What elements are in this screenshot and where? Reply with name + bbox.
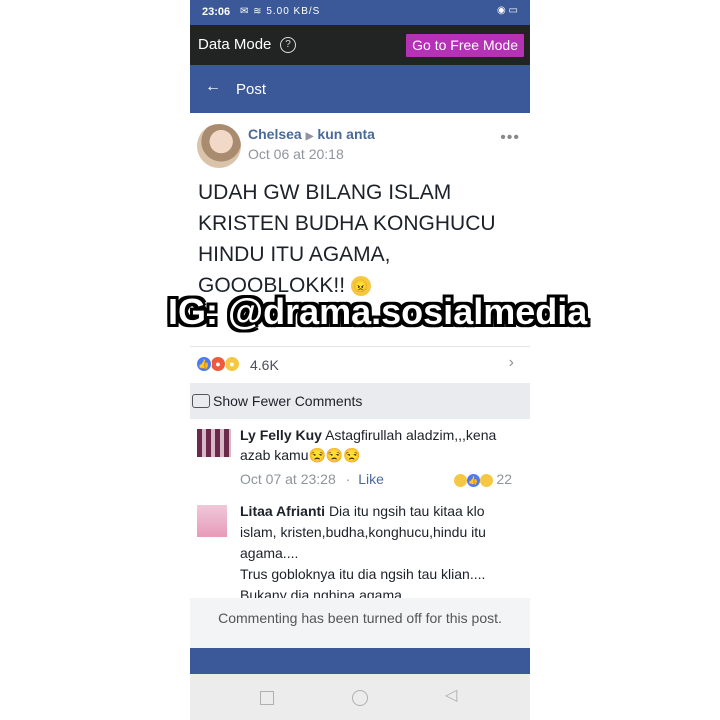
like-button[interactable]: Like xyxy=(358,471,384,487)
show-fewer-label: Show Fewer Comments xyxy=(213,393,363,409)
comment-meta: Oct 07 at 23:28 · Like xyxy=(240,471,384,487)
author-avatar[interactable] xyxy=(197,124,241,168)
comment-reaction-count: 22 xyxy=(496,471,512,487)
like-reaction-icon: 👍 xyxy=(196,356,212,372)
arrow-right-icon: ▶ xyxy=(305,131,314,142)
commenter-name[interactable]: Ly Felly Kuy xyxy=(240,427,322,443)
watermark-text: IG: @drama.sosialmedia xyxy=(168,291,588,332)
system-navigation-bar: ◁ xyxy=(190,674,530,720)
show-fewer-comments[interactable]: Show Fewer Comments xyxy=(190,383,530,419)
reactions-row[interactable]: 👍 ● ● 4.6K › xyxy=(190,346,530,383)
recent-apps-icon[interactable] xyxy=(260,691,274,705)
comment-body: Ly Felly Kuy Astagfirullah aladzim,,,ken… xyxy=(240,425,525,465)
post-header: Chelsea ▶ kun anta xyxy=(248,126,375,142)
status-bar: 23:06 ✉ ≋ 5.00 KB/S ◉ ▭ xyxy=(190,0,530,25)
status-left-icons: ✉ ≋ 5.00 KB/S xyxy=(240,6,321,17)
author-name[interactable]: Chelsea xyxy=(248,126,302,142)
data-mode-label: Data Mode xyxy=(198,36,272,53)
more-options-icon[interactable]: ••• xyxy=(500,129,520,147)
comment-reactions[interactable]: 👍 22 xyxy=(453,471,512,487)
angry-reaction-icon: ● xyxy=(210,356,226,372)
back-arrow-icon[interactable]: ← xyxy=(205,78,221,96)
wow-reaction-icon xyxy=(479,473,493,487)
home-icon[interactable] xyxy=(352,690,368,706)
chevron-right-icon[interactable]: › xyxy=(509,354,514,372)
comment-text-line2: Trus gobloknya itu dia ngsih tau klian..… xyxy=(240,566,486,582)
commenter-avatar[interactable] xyxy=(197,505,227,537)
comment-bubble-icon xyxy=(192,394,210,408)
free-mode-button[interactable]: Go to Free Mode xyxy=(406,34,524,57)
status-time: 23:06 xyxy=(202,6,231,18)
comment-body: Litaa Afrianti Dia itu ngsih tau kitaa k… xyxy=(240,501,525,606)
bottom-bar xyxy=(190,648,530,674)
comments-disabled-text: Commenting has been turned off for this … xyxy=(218,610,502,626)
status-right-icons: ◉ ▭ xyxy=(497,5,518,16)
comments-disabled-notice: Commenting has been turned off for this … xyxy=(190,598,530,648)
post-target[interactable]: kun anta xyxy=(317,126,375,142)
back-triangle-icon[interactable]: ◁ xyxy=(445,685,457,705)
post-text: UDAH GW BILANG ISLAM KRISTEN BUDHA KONGH… xyxy=(198,177,518,301)
haha-reaction-icon: ● xyxy=(224,356,240,372)
page-title: Post xyxy=(236,81,267,98)
haha-reaction-icon xyxy=(453,473,467,487)
like-reaction-icon: 👍 xyxy=(466,473,480,487)
commenter-avatar[interactable] xyxy=(197,429,231,457)
top-navigation: ← Post xyxy=(190,65,530,113)
post-date[interactable]: Oct 06 at 20:18 xyxy=(248,146,344,162)
post-body: UDAH GW BILANG ISLAM KRISTEN BUDHA KONGH… xyxy=(198,181,496,297)
commenter-name[interactable]: Litaa Afrianti xyxy=(240,503,325,519)
comment-date: Oct 07 at 23:28 xyxy=(240,471,336,487)
reaction-count: 4.6K xyxy=(250,357,279,373)
help-icon[interactable]: ? xyxy=(280,37,296,53)
data-mode-bar: Data Mode ? Go to Free Mode xyxy=(190,25,530,65)
phone-screen: 23:06 ✉ ≋ 5.00 KB/S ◉ ▭ Data Mode ? Go t… xyxy=(190,0,530,720)
